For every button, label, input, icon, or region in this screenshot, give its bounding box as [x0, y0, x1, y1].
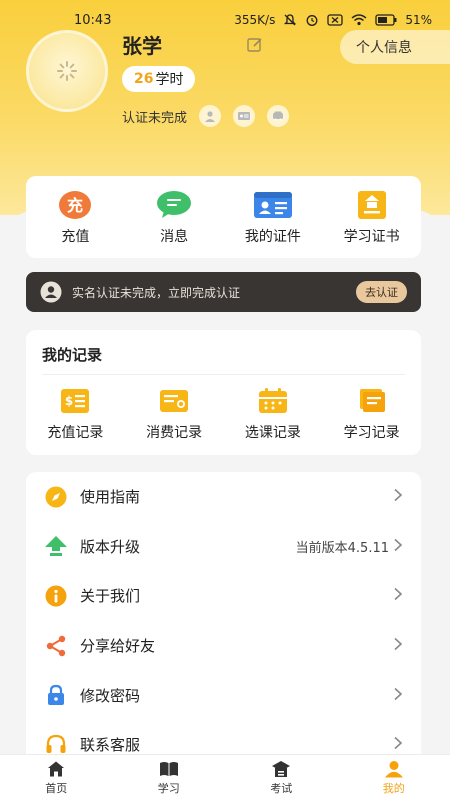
edit-icon[interactable]: [246, 36, 264, 54]
study-hours-value: 26: [134, 71, 154, 87]
compass-icon: [44, 485, 68, 509]
records-title: 我的记录: [42, 346, 103, 364]
tab-label: 我的: [382, 781, 405, 795]
avatar[interactable]: [26, 30, 108, 112]
svg-text:充: 充: [67, 196, 83, 215]
record-consume[interactable]: 消费记录: [125, 388, 224, 442]
share-icon: [44, 634, 68, 658]
settings-menu: 使用指南 版本升级 当前版本4.5.11 关于我们 分享给好友 修改密码 联系客…: [26, 472, 421, 772]
bottom-tab-bar: 首页 学习 考试 我的: [0, 754, 450, 800]
quick-actions-card: 充 充值 消息 我的证件 学习证书: [26, 176, 421, 258]
menu-item-upgrade[interactable]: 版本升级 当前版本4.5.11: [26, 522, 421, 572]
verify-icons: [199, 105, 290, 127]
recharge-record-icon: $: [61, 389, 90, 413]
message-icon: [157, 191, 192, 218]
menu-item-label: 使用指南: [80, 488, 141, 507]
recharge-icon: 充: [59, 191, 92, 219]
menu-item-guide[interactable]: 使用指南: [26, 472, 421, 522]
menu-item-share[interactable]: 分享给好友: [26, 621, 421, 671]
chevron-right-icon: [393, 636, 403, 655]
quick-action-message[interactable]: 消息: [125, 176, 224, 258]
profile-icon: [384, 760, 403, 777]
menu-item-about[interactable]: 关于我们: [26, 571, 421, 621]
quick-action-label: 消息: [160, 229, 189, 245]
records-divider: [42, 374, 405, 375]
verify-banner-text: 实名认证未完成，立即完成认证: [72, 285, 241, 300]
lock-icon: [44, 683, 68, 707]
battery-percent: 51%: [405, 13, 432, 27]
tab-label: 首页: [45, 781, 68, 795]
verify-status-text: 认证未完成: [122, 110, 188, 126]
chevron-right-icon: [393, 537, 403, 556]
network-speed: 355K/s: [234, 13, 276, 27]
svg-text:$: $: [65, 394, 73, 408]
status-indicators: 355K/s 51%: [234, 13, 432, 27]
username: 张学: [122, 34, 162, 58]
tab-label: 考试: [270, 781, 293, 795]
quick-action-recharge[interactable]: 充 充值: [26, 176, 125, 258]
study-hours-unit: 学时: [155, 72, 184, 88]
status-time: 10:43: [74, 12, 112, 28]
chevron-right-icon: [393, 487, 403, 506]
battery-icon: [375, 14, 397, 26]
record-study[interactable]: 学习记录: [322, 388, 421, 442]
records-row: $ 充值记录 消费记录 选课记录 学习记录: [26, 388, 421, 442]
menu-item-label: 分享给好友: [80, 637, 156, 656]
consume-record-icon: [160, 390, 189, 412]
records-card: 我的记录 $ 充值记录 消费记录 选课记录 学习记录: [26, 330, 421, 455]
record-label: 选课记录: [244, 425, 301, 441]
course-record-icon: [258, 388, 287, 413]
id-verify-icon: [233, 105, 256, 127]
chevron-right-icon: [393, 686, 403, 705]
exam-icon: [272, 760, 291, 777]
tab-mine[interactable]: 我的: [338, 755, 450, 800]
quick-action-label: 充值: [61, 229, 90, 245]
record-recharge[interactable]: $ 充值记录: [26, 388, 125, 442]
tab-home[interactable]: 首页: [0, 755, 113, 800]
alarm-icon: [305, 13, 319, 27]
tab-study[interactable]: 学习: [113, 755, 226, 800]
wifi-icon: [351, 14, 367, 26]
record-course[interactable]: 选课记录: [224, 388, 323, 442]
face-verify-icon: [199, 105, 222, 127]
chevron-right-icon: [393, 735, 403, 754]
quick-action-certificate[interactable]: 学习证书: [322, 176, 421, 258]
study-hours-badge: 26 学时: [122, 66, 196, 92]
home-icon: [48, 761, 65, 776]
record-label: 学习记录: [343, 425, 400, 441]
verify-banner[interactable]: 实名认证未完成，立即完成认证 去认证: [26, 272, 421, 312]
loading-spinner-icon: [57, 61, 77, 81]
tab-label: 学习: [157, 781, 180, 795]
quick-action-label: 学习证书: [343, 229, 400, 245]
certificate-icon: [357, 191, 386, 219]
menu-item-label: 关于我们: [80, 587, 141, 606]
current-version: 当前版本4.5.11: [295, 540, 389, 556]
tab-exam[interactable]: 考试: [225, 755, 338, 800]
menu-item-label: 版本升级: [80, 537, 141, 556]
mute-icon: [283, 13, 297, 27]
study-record-icon: [359, 389, 385, 412]
vehicle-verify-icon: [267, 105, 290, 127]
verify-status-row: 认证未完成: [122, 104, 290, 128]
sim-off-icon: [327, 14, 343, 26]
user-icon: [40, 281, 62, 303]
menu-item-change-password[interactable]: 修改密码: [26, 670, 421, 720]
record-label: 充值记录: [47, 425, 104, 441]
go-verify-button[interactable]: 去认证: [356, 281, 407, 303]
record-label: 消费记录: [146, 425, 203, 441]
menu-item-label: 联系客服: [80, 736, 141, 755]
book-icon: [159, 761, 178, 776]
id-card-icon: [253, 192, 292, 218]
quick-action-label: 我的证件: [244, 229, 301, 245]
upgrade-arrow-icon: [44, 534, 68, 558]
menu-item-label: 修改密码: [80, 686, 141, 705]
info-icon: [44, 584, 68, 608]
chevron-right-icon: [393, 586, 403, 605]
personal-info-button[interactable]: 个人信息: [340, 30, 450, 64]
quick-action-my-id[interactable]: 我的证件: [224, 176, 323, 258]
